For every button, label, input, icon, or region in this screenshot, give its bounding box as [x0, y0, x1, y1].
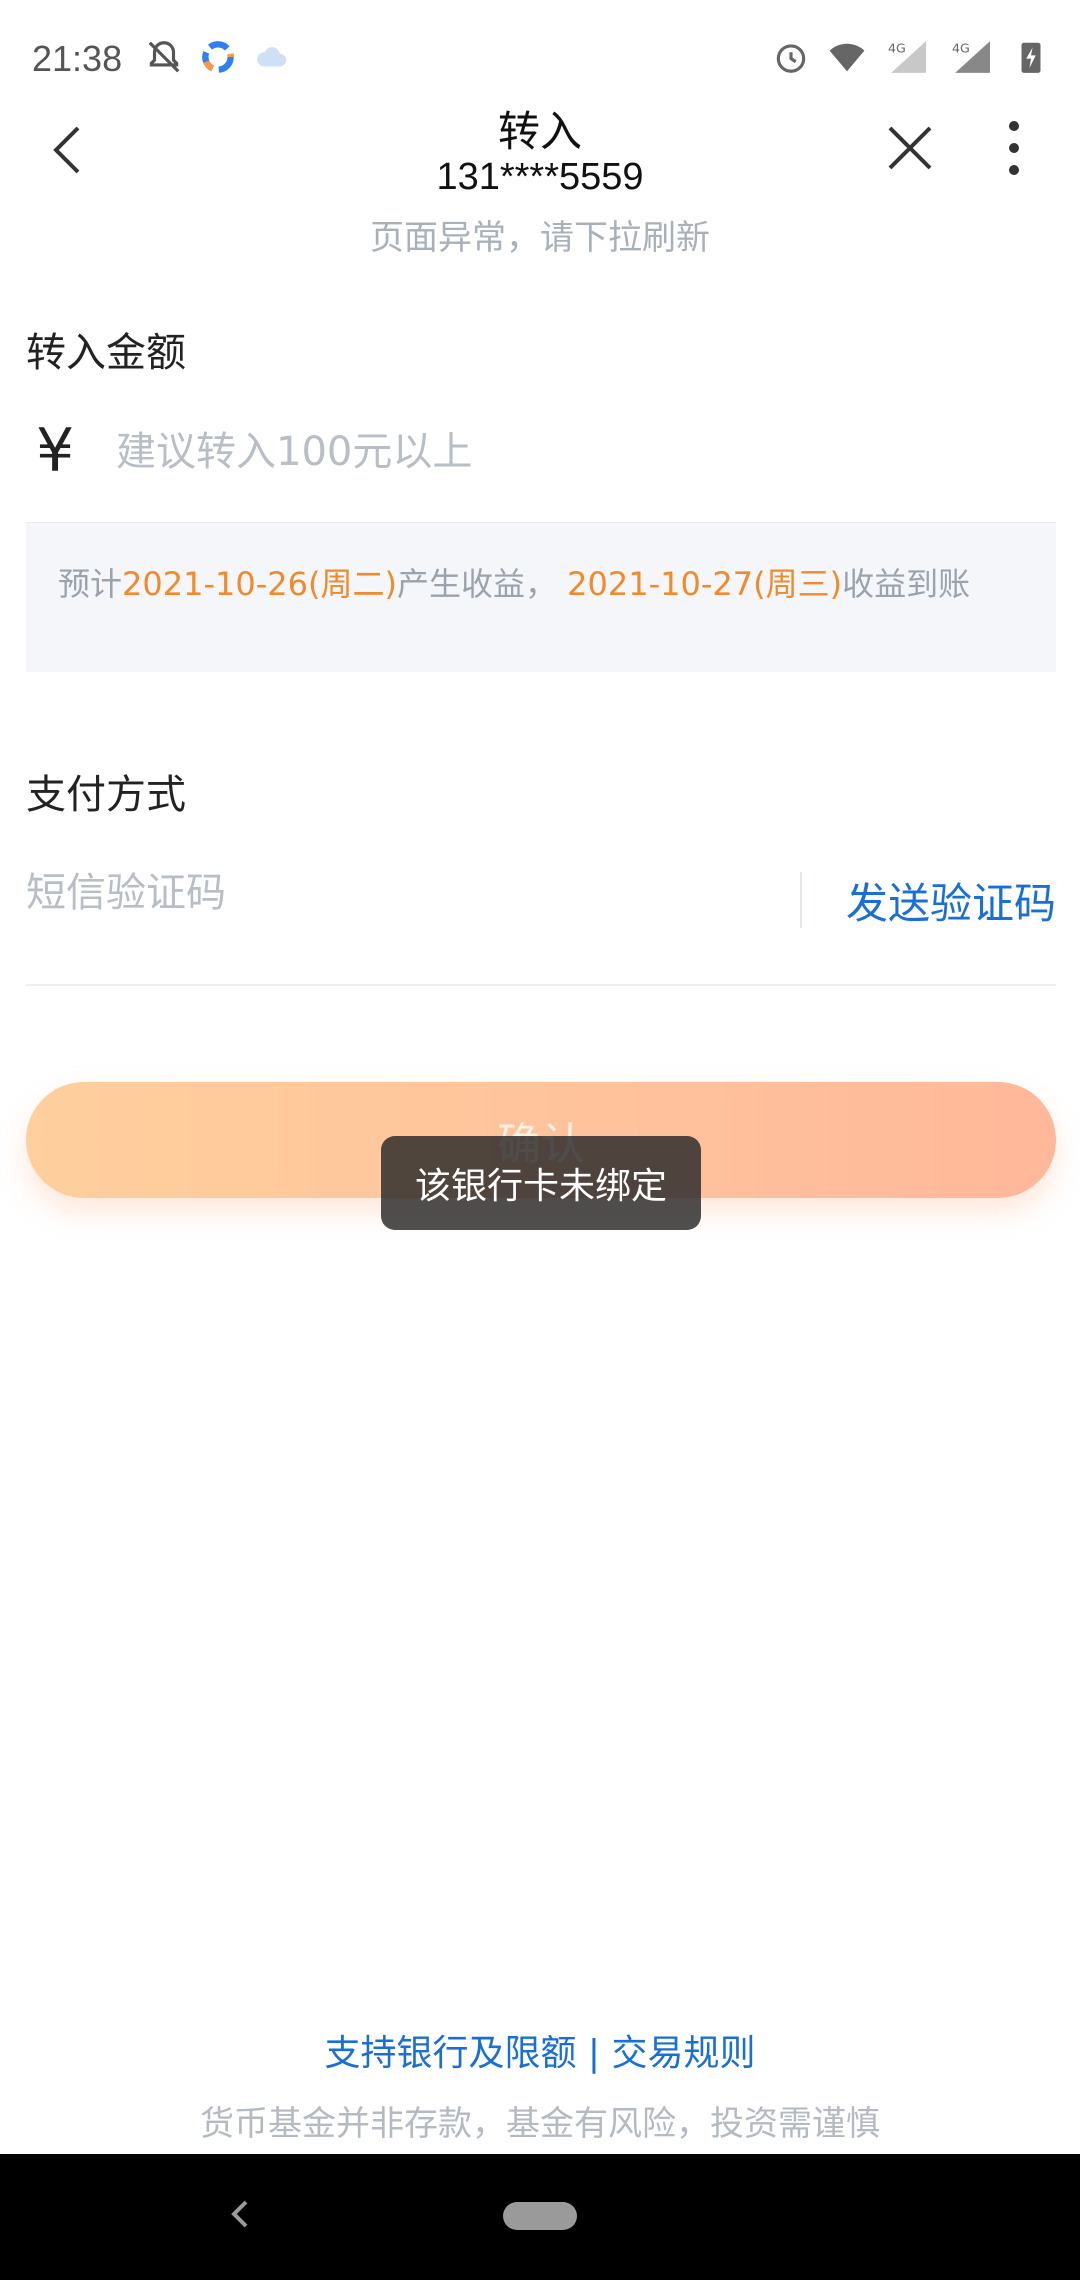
alarm-icon [776, 44, 806, 73]
close-icon[interactable] [880, 118, 940, 178]
income-date: 2021-10-26(周二) [122, 565, 397, 603]
footer-separator: | [587, 2033, 601, 2074]
amount-label: 转入金额 [26, 330, 186, 376]
nav-home-pill[interactable] [503, 2202, 577, 2230]
nav-back-icon[interactable] [226, 2194, 256, 2234]
supported-banks-link[interactable]: 支持银行及限额 [324, 2033, 576, 2074]
signal-4g-icon: 4G [888, 40, 926, 73]
amount-input[interactable] [116, 422, 1016, 482]
currency-symbol: ¥ [36, 416, 75, 486]
svg-text:4G: 4G [952, 40, 970, 55]
status-time: 21:38 [32, 38, 123, 79]
toast-message: 该银行卡未绑定 [381, 1136, 701, 1230]
sms-code-input[interactable] [26, 858, 776, 928]
sms-row: 发送验证码 [26, 850, 1056, 986]
app-ring-icon [202, 41, 234, 73]
system-nav-bar [0, 2154, 1080, 2280]
more-options-icon[interactable] [994, 118, 1034, 178]
svg-text:4G: 4G [888, 40, 906, 55]
cloud-icon [257, 47, 287, 67]
estimate-middle: 产生收益， [396, 565, 557, 603]
header: 转入 131****5559 页面异常，请下拉刷新 [0, 90, 1080, 260]
status-left-icons [145, 38, 291, 76]
refresh-notice: 页面异常，请下拉刷新 [370, 218, 710, 258]
estimate-prefix: 预计 [58, 565, 123, 603]
risk-disclaimer: 货币基金并非存款，基金有风险，投资需谨慎 [200, 2104, 880, 2144]
send-code-button[interactable]: 发送验证码 [846, 870, 1056, 931]
arrival-date: 2021-10-27(周三) [567, 565, 843, 603]
estimate-text: 预计2021-10-26(周二)产生收益， 2021-10-27(周三)收益到账 [58, 559, 970, 605]
trade-rules-link[interactable]: 交易规则 [612, 2033, 756, 2074]
status-right-icons: 4G 4G [772, 38, 1050, 76]
wifi-icon [829, 43, 865, 72]
estimate-box: 预计2021-10-26(周二)产生收益， 2021-10-27(周三)收益到账 [26, 522, 1056, 672]
signal-4g-icon: 4G [952, 40, 990, 73]
divider [800, 872, 802, 928]
footer-links: 支持银行及限额 | 交易规则 [0, 2024, 1080, 2076]
estimate-suffix: 收益到账 [842, 565, 971, 603]
amount-row: ¥ [26, 404, 1056, 514]
battery-charging-icon [1021, 42, 1041, 73]
payment-label: 支付方式 [26, 772, 186, 818]
bell-off-icon [148, 41, 180, 73]
